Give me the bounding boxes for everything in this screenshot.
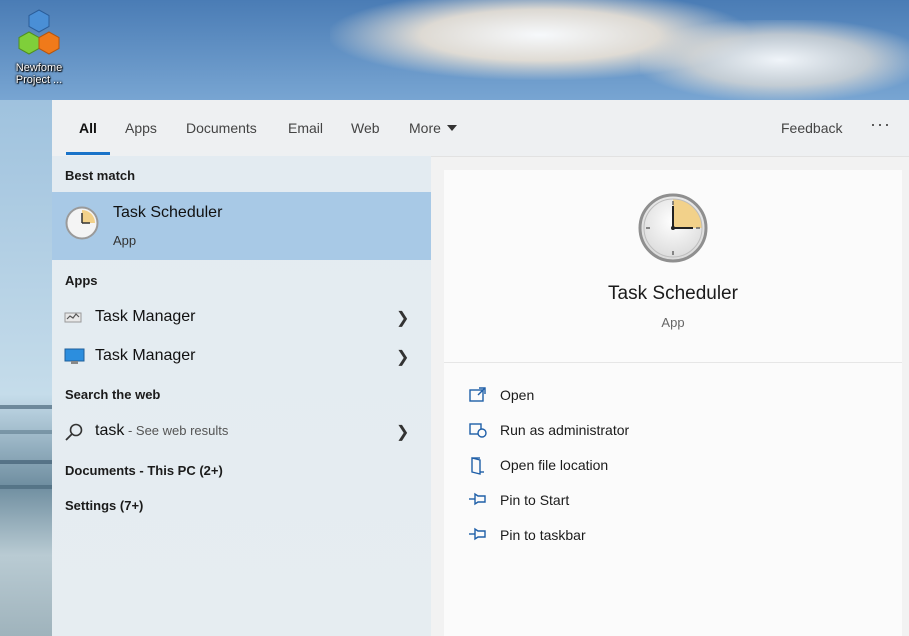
search-web-heading: Search the web	[65, 387, 161, 402]
tab-more-label: More	[409, 120, 441, 136]
task-manager-icon	[64, 308, 84, 331]
tab-email[interactable]: Email	[288, 120, 323, 136]
action-label: Run as administrator	[500, 422, 630, 438]
best-match-subtitle: App	[113, 233, 137, 248]
web-suffix: - See web results	[124, 423, 229, 438]
open-icon	[468, 386, 488, 409]
action-label: Open	[500, 387, 535, 403]
action-pin-to-taskbar[interactable]: Pin to taskbar	[468, 524, 768, 550]
action-open-file-location[interactable]: Open file location	[468, 454, 768, 480]
shield-run-icon	[468, 421, 488, 444]
chevron-right-icon[interactable]: ❯	[396, 347, 409, 367]
best-match-item[interactable]: Task Scheduler App	[52, 192, 431, 260]
desktop-icon-project[interactable]: Newfome Project ...	[6, 8, 72, 86]
detail-title: Task Scheduler	[608, 283, 738, 304]
best-match-heading: Best match	[65, 168, 136, 183]
action-open[interactable]: Open	[468, 384, 768, 410]
results-list: Best match Task Scheduler App Apps Task …	[52, 156, 431, 636]
feedback-button[interactable]: Feedback	[781, 120, 842, 136]
desktop-icon-label: Newfome Project ...	[15, 62, 63, 86]
tab-apps[interactable]: Apps	[125, 120, 157, 136]
pin-icon	[468, 526, 488, 547]
tab-all[interactable]: All	[79, 120, 97, 136]
list-item-task-manager-1[interactable]: Task Manager ❯	[52, 299, 431, 335]
desktop-wave	[0, 405, 52, 409]
tab-documents[interactable]: Documents	[186, 120, 257, 136]
desktop-cloud	[640, 20, 909, 100]
list-item-label: Task Manager	[95, 308, 196, 325]
folder-location-icon	[468, 456, 488, 481]
detail-subtitle: App	[661, 315, 685, 330]
desktop-wave	[0, 485, 52, 489]
search-tab-bar: All Apps Documents Email Web More Feedba…	[52, 100, 909, 157]
web-search-label: task - See web results	[95, 422, 228, 440]
search-window: All Apps Documents Email Web More Feedba…	[52, 100, 909, 636]
detail-panel: Task Scheduler App Open Run as administr…	[444, 170, 902, 636]
action-run-as-admin[interactable]: Run as administrator	[468, 419, 768, 445]
action-pin-to-start[interactable]: Pin to Start	[468, 489, 768, 515]
action-label: Open file location	[500, 457, 609, 473]
pin-icon	[468, 491, 488, 512]
active-tab-indicator	[66, 152, 110, 155]
desktop-wave	[0, 460, 52, 464]
clock-icon	[65, 206, 99, 245]
desktop-wave	[0, 430, 52, 434]
list-item-label: Task Manager	[95, 347, 196, 364]
settings-heading[interactable]: Settings (7+)	[65, 498, 143, 513]
clock-icon	[637, 192, 709, 269]
desktop-background	[0, 100, 52, 636]
detail-header: Task Scheduler App	[444, 170, 902, 363]
apps-heading: Apps	[65, 273, 98, 288]
chevron-right-icon[interactable]: ❯	[396, 308, 409, 328]
list-item-task-manager-2[interactable]: Task Manager ❯	[52, 338, 431, 374]
more-options-icon[interactable]: ···	[870, 114, 891, 135]
caret-down-icon	[446, 125, 457, 131]
documents-heading[interactable]: Documents - This PC (2+)	[65, 463, 223, 478]
tab-web[interactable]: Web	[351, 120, 380, 136]
web-query: task	[95, 422, 125, 439]
tab-more[interactable]: More	[409, 120, 457, 136]
chevron-right-icon[interactable]: ❯	[396, 422, 409, 442]
hexagon-logo-icon	[18, 9, 60, 55]
action-label: Pin to Start	[500, 492, 570, 508]
action-label: Pin to taskbar	[500, 527, 586, 543]
best-match-title: Task Scheduler	[113, 204, 223, 221]
monitor-icon	[64, 347, 86, 370]
search-icon	[64, 422, 84, 447]
web-search-item[interactable]: task - See web results ❯	[52, 413, 431, 449]
